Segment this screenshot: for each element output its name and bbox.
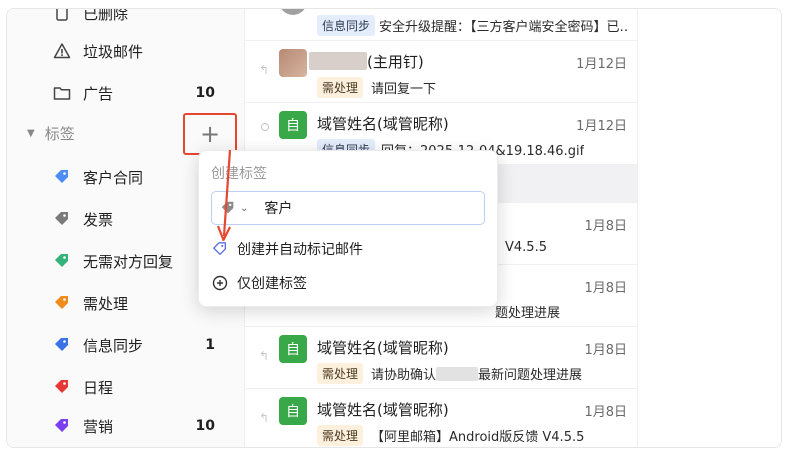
label-item-name: 信息同步 <box>83 336 144 355</box>
create-and-auto-tag-option[interactable]: 创建并自动标记邮件 <box>211 235 485 263</box>
folder-icon <box>51 82 73 104</box>
label-item-schedule[interactable]: 日程 <box>51 373 229 401</box>
mail-item[interactable]: ↰ 自 域管姓名(域管昵称) 1月8日 需处理 【阿里邮箱】Android版反馈… <box>245 389 637 447</box>
mail-subject: 请协助确认 最新问题处理进展 <box>371 364 582 383</box>
option-label: 创建并自动标记邮件 <box>237 242 363 258</box>
mail-date: 1月8日 <box>584 281 627 296</box>
label-item-name: 发票 <box>83 210 114 229</box>
mail-date: 1月8日 <box>584 343 627 358</box>
option-label: 仅创建标签 <box>237 276 307 292</box>
sidebar-item-deleted[interactable]: 已删除 <box>51 8 229 27</box>
add-label-button[interactable]: + <box>183 113 237 155</box>
create-label-popup: 创建标签 ⌄ 创建并自动标记邮件 仅创建标签 <box>198 150 498 307</box>
labels-section-header[interactable]: ▼ 标签 <box>27 121 75 145</box>
mail-subject-text: 最新问题处理进展 <box>478 368 583 383</box>
create-label-only-option[interactable]: 仅创建标签 <box>211 269 485 297</box>
reading-pane <box>637 9 781 447</box>
label-item-name: 营销 <box>83 417 114 436</box>
label-item-name: 需处理 <box>83 294 129 313</box>
avatar <box>279 9 307 15</box>
mail-subject: 请回复一下 <box>371 82 437 97</box>
mail-item[interactable]: ↰ (主用钉) 1月12日 需处理 请回复一下 <box>245 41 637 103</box>
tag-color-icon[interactable] <box>220 200 236 216</box>
avatar: 自 <box>279 397 307 425</box>
mail-item[interactable]: 信息同步 安全升级提醒：【三方客户端安全密码】已… <box>245 9 637 41</box>
warning-icon <box>51 40 73 62</box>
label-item-name: 无需对方回复 <box>83 252 174 271</box>
mail-tag: 信息同步 <box>317 15 376 36</box>
label-name-input[interactable] <box>264 200 445 216</box>
mail-tag: 需处理 <box>317 425 364 446</box>
mail-sender: 域管姓名(域管昵称) <box>317 401 449 419</box>
label-item-name: 日程 <box>83 378 114 397</box>
reply-icon: ↰ <box>259 411 270 425</box>
mail-sender: 域管姓名(域管昵称) <box>317 339 449 357</box>
chevron-down-icon[interactable]: ⌄ <box>240 203 248 214</box>
plus-circle-icon <box>211 274 229 292</box>
sidebar-item-label: 已删除 <box>83 8 129 23</box>
ai-tag-icon <box>51 166 73 188</box>
mail-subject: 题处理进展 <box>495 306 561 321</box>
label-name-field[interactable]: ⌄ <box>211 191 485 225</box>
plus-icon: + <box>199 120 221 148</box>
redacted-name <box>309 52 367 70</box>
redacted-text <box>436 367 479 381</box>
mail-date: 1月8日 <box>584 405 627 420</box>
mail-tag: 需处理 <box>317 363 364 384</box>
mail-tag: 需处理 <box>317 77 364 98</box>
label-item-info-sync[interactable]: 信息同步 1 <box>51 331 229 359</box>
mail-subject-prefix: 请协助确认 <box>371 368 437 383</box>
reply-icon: ↰ <box>259 349 270 363</box>
ai-tag-icon <box>51 334 73 356</box>
mail-sender: 域管姓名(域管昵称) <box>317 115 449 133</box>
sidebar-item-spam[interactable]: 垃圾邮件 <box>51 37 229 65</box>
mail-subject: V4.5.5 <box>505 240 547 255</box>
sidebar-item-label: 广告 <box>83 84 114 103</box>
auto-tag-icon <box>211 240 229 258</box>
mail-item[interactable]: ↰ 自 域管姓名(域管昵称) 1月8日 需处理 请协助确认 最新问题处理进展 <box>245 327 637 389</box>
ai-tag-icon <box>51 415 73 437</box>
unread-dot-icon <box>261 123 269 131</box>
sidebar-item-ads[interactable]: 广告 10 <box>51 79 229 107</box>
popup-title: 创建标签 <box>211 166 267 182</box>
mail-subject: 安全升级提醒：【三方客户端安全密码】已… <box>379 20 629 35</box>
mail-date: 1月8日 <box>584 219 627 234</box>
sidebar-item-label: 垃圾邮件 <box>83 42 144 61</box>
mail-date: 1月12日 <box>576 119 627 134</box>
mail-date: 1月12日 <box>576 57 627 72</box>
caret-down-icon: ▼ <box>27 127 35 139</box>
avatar: 自 <box>279 335 307 363</box>
mail-sender: (主用钉) <box>309 51 424 72</box>
trash-icon <box>51 9 73 24</box>
ai-tag-icon <box>51 376 73 398</box>
label-item-marketing[interactable]: 营销 10 <box>51 412 229 440</box>
unread-count: 10 <box>195 418 215 434</box>
mail-sender-text: (主用钉) <box>367 53 424 71</box>
mail-subject: 【阿里邮箱】Android版反馈 V4.5.5 <box>371 430 585 445</box>
unread-count: 10 <box>195 85 215 101</box>
ai-tag-icon <box>51 292 73 314</box>
label-item-name: 客户合同 <box>83 168 144 187</box>
avatar <box>279 49 307 77</box>
unread-count: 1 <box>205 337 215 353</box>
tag-icon <box>51 208 73 230</box>
labels-section-title: 标签 <box>44 124 75 143</box>
ai-tag-icon <box>51 250 73 272</box>
reply-icon: ↰ <box>259 63 270 77</box>
avatar: 自 <box>279 111 307 139</box>
